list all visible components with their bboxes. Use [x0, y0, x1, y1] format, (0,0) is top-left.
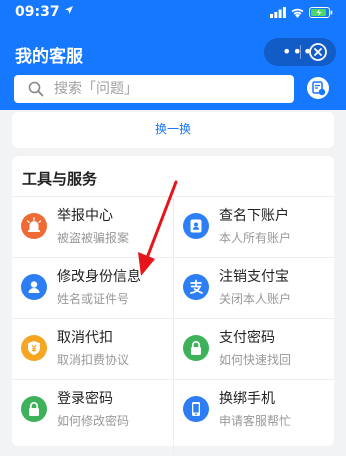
service-record-icon	[312, 81, 326, 96]
tool-item-title: 取消代扣	[57, 330, 113, 346]
close-icon[interactable]	[308, 42, 328, 62]
search-box[interactable]	[14, 75, 294, 103]
tool-item-change-phone[interactable]: 换绑手机 申请客服帮忙	[174, 380, 332, 440]
alipay-icon	[190, 279, 203, 294]
phone-icon	[192, 402, 200, 416]
battery-icon	[309, 7, 333, 18]
tool-item-subtitle: 姓名或证件号	[57, 292, 130, 306]
person-icon	[28, 281, 40, 293]
tool-item-subtitle: 关闭本人账户	[219, 292, 292, 306]
capsule-divider	[300, 45, 301, 59]
account-card-icon	[190, 219, 202, 233]
status-bar: 09:37	[0, 0, 346, 28]
tool-item-subtitle: 取消扣费协议	[57, 353, 130, 367]
tool-item-cancel-alipay[interactable]: 注销支付宝 关闭本人账户	[174, 258, 332, 318]
icon-badge	[183, 213, 209, 239]
section-title: 工具与服务	[22, 170, 98, 188]
wifi-icon	[291, 8, 304, 18]
lock-icon	[29, 402, 39, 416]
mini-program-capsule: •••	[264, 38, 336, 66]
tool-item-check-accounts[interactable]: 查名下账户 本人所有账户	[174, 197, 332, 257]
lock-icon	[191, 341, 201, 355]
tool-item-cancel-withholding[interactable]: 取消代扣 取消扣费协议	[12, 319, 170, 379]
recommend-card: 换一换	[12, 112, 334, 148]
shield-yen-icon	[28, 341, 40, 355]
tool-item-login-password[interactable]: 登录密码 如何修改密码	[12, 380, 170, 440]
icon-badge	[183, 274, 209, 300]
tool-item-subtitle: 申请客服帮忙	[219, 414, 292, 428]
tool-item-subtitle: 本人所有账户	[219, 231, 292, 245]
icon-badge	[21, 274, 47, 300]
icon-badge	[183, 396, 209, 422]
signal-icon	[270, 7, 286, 18]
tool-item-modify-identity[interactable]: 修改身份信息 姓名或证件号	[12, 258, 170, 318]
tool-item-subtitle: 如何快速找回	[219, 353, 292, 367]
tool-item-subtitle: 如何修改密码	[57, 414, 130, 428]
service-record-button[interactable]	[307, 77, 329, 99]
tool-item-report-center[interactable]: 举报中心 被盗被骗报案	[12, 197, 170, 257]
page-title: 我的客服	[15, 47, 83, 67]
tool-item-title: 支付密码	[219, 330, 275, 346]
tool-item-title: 举报中心	[57, 208, 113, 224]
tool-item-title: 查名下账户	[219, 208, 289, 224]
icon-badge	[183, 335, 209, 361]
tool-item-title: 注销支付宝	[219, 269, 289, 285]
swap-button[interactable]: 换一换	[12, 120, 334, 137]
icon-badge	[21, 213, 47, 239]
header-bar: 09:37 我的客服 •••	[0, 0, 346, 110]
search-icon	[28, 81, 44, 97]
tools-card: 工具与服务 举报中心 被盗被骗报案 查名下账户 本人所有账户 修改身份信息 姓名…	[12, 156, 334, 456]
status-time: 09:37	[15, 4, 60, 20]
icon-badge	[21, 396, 47, 422]
tool-item-title: 换绑手机	[219, 391, 275, 407]
tool-item-subtitle: 被盗被骗报案	[57, 231, 130, 245]
icon-badge	[21, 335, 47, 361]
tool-item-payment-password[interactable]: 支付密码 如何快速找回	[174, 319, 332, 379]
search-input[interactable]	[54, 75, 274, 103]
tool-item-title: 修改身份信息	[57, 269, 141, 285]
location-arrow-icon	[65, 6, 73, 14]
tool-item-title: 登录密码	[57, 391, 113, 407]
alarm-icon	[26, 217, 42, 232]
